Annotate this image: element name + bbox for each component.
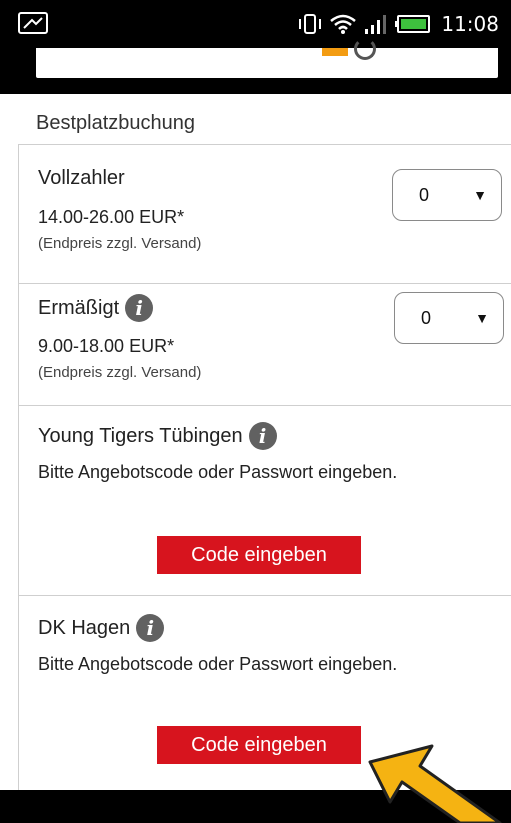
signal-icon [365, 15, 387, 34]
header [0, 38, 511, 94]
enter-code-button[interactable]: Code eingeben [157, 726, 361, 764]
ticket-price: 9.00-18.00 EUR* [38, 336, 175, 356]
status-bar: 11:08 [0, 0, 511, 48]
loading-icon [354, 38, 376, 60]
battery-icon [395, 15, 431, 33]
section-title: Bestplatzbuchung [36, 112, 196, 134]
bottom-bar [0, 790, 511, 823]
notification-icon [18, 12, 48, 34]
ticket-card-vollzahler: Vollzahler 14.00-26.00 EUR* (Endpreis zz… [18, 144, 511, 284]
offer-card-dk-hagen: DK Hagen i Bitte Angebotscode oder Passw… [18, 596, 511, 790]
ticket-label: Vollzahler [38, 167, 125, 189]
ticket-price: 14.00-26.00 EUR* [38, 207, 185, 227]
enter-code-button[interactable]: Code eingeben [157, 536, 361, 574]
offer-description: Bitte Angebotscode oder Passwort eingebe… [38, 462, 398, 482]
ticket-card-ermaessigt: Ermäßigt i 9.00-18.00 EUR* (Endpreis zzg… [18, 284, 511, 406]
header-accent [322, 48, 348, 56]
quantity-select[interactable]: 0 ▼ [394, 292, 504, 344]
info-icon[interactable]: i [248, 422, 277, 450]
offer-card-young-tigers: Young Tigers Tübingen i Bitte Angebotsco… [18, 406, 511, 596]
info-icon[interactable]: i [136, 614, 165, 642]
chevron-down-icon: ▼ [475, 310, 489, 326]
ticket-label: Ermäßigt i [38, 294, 154, 322]
offer-label: DK Hagen i [38, 614, 165, 642]
status-icons: 11:08 [297, 10, 499, 38]
wifi-icon [330, 14, 357, 34]
info-icon[interactable]: i [125, 294, 154, 322]
booking-panel: Bestplatzbuchung Vollzahler 14.00-26.00 … [0, 94, 511, 790]
ticket-note: (Endpreis zzgl. Versand) [38, 235, 202, 252]
offer-label: Young Tigers Tübingen i [38, 422, 277, 450]
chevron-down-icon: ▼ [473, 187, 487, 203]
quantity-select[interactable]: 0 ▼ [392, 169, 502, 221]
vibrate-icon [299, 14, 322, 34]
header-box [36, 38, 498, 78]
clock: 11:08 [441, 12, 499, 36]
ticket-note: (Endpreis zzgl. Versand) [38, 364, 202, 381]
offer-description: Bitte Angebotscode oder Passwort eingebe… [38, 654, 398, 674]
